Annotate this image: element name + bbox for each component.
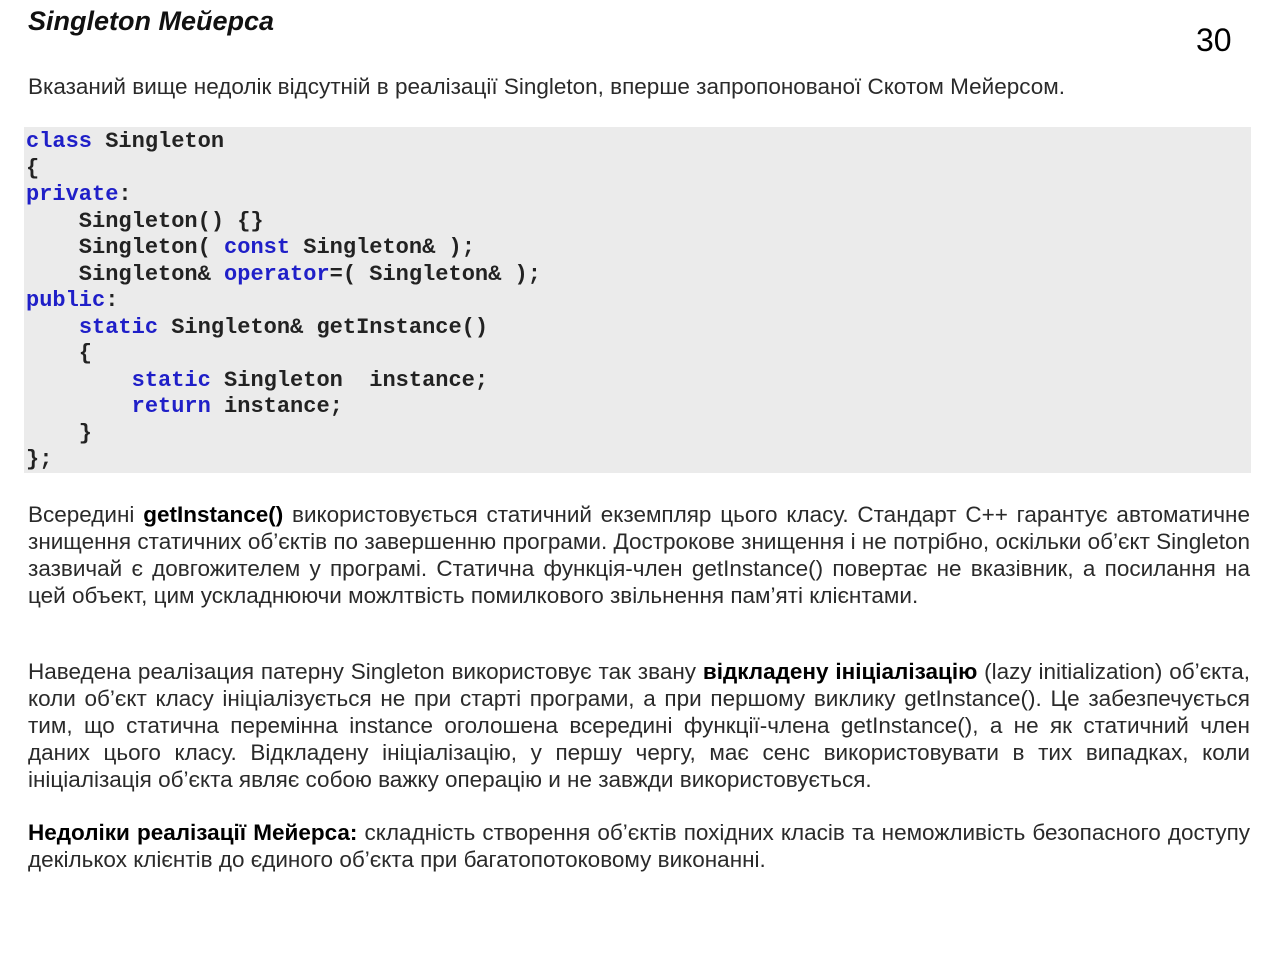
code-text: =( Singleton& );	[329, 261, 541, 287]
code-line: Singleton( const Singleton& );	[26, 235, 475, 260]
code-line: class Singleton	[26, 129, 224, 154]
code-text: Singleton() {}	[26, 208, 264, 234]
code-text: };	[26, 447, 53, 472]
code-line: private:	[26, 182, 132, 207]
code-line: }	[26, 421, 92, 446]
code-keyword: class	[26, 129, 93, 154]
code-line: return instance;	[26, 394, 343, 419]
code-line: Singleton() {}	[26, 209, 264, 234]
code-keyword: static	[78, 314, 159, 340]
code-text: :	[118, 182, 132, 207]
emphasis-text: відкладену ініціалізацію	[702, 659, 978, 684]
code-text: {	[26, 341, 93, 366]
code-block: class Singleton { private: Singleton() {…	[24, 127, 1251, 473]
code-text: Singleton	[92, 129, 225, 154]
code-keyword: static	[131, 367, 211, 393]
code-text: Singleton instance;	[210, 367, 489, 393]
code-line: static Singleton& getInstance()	[26, 315, 488, 340]
code-keyword: return	[131, 394, 211, 419]
paragraph-drawbacks: Недоліки реалізації Мейерса: складність …	[28, 819, 1250, 873]
emphasis-text: Недоліки реалізації Мейерса:	[28, 820, 358, 845]
code-line: static Singleton instance;	[26, 368, 488, 393]
emphasis-text: getInstance()	[143, 502, 284, 527]
code-keyword: public	[26, 288, 106, 313]
code-text: Singleton& );	[290, 235, 475, 260]
code-keyword: operator	[224, 261, 330, 287]
code-keyword: private	[26, 182, 119, 207]
code-text: Singleton& getInstance()	[158, 314, 489, 340]
paragraph-text: Наведена реалізация патерну Singleton ви…	[28, 659, 703, 684]
code-line: public:	[26, 288, 118, 313]
code-text: }	[26, 420, 93, 446]
paragraph-lazy-initialization: Наведена реалізация патерну Singleton ви…	[28, 658, 1250, 793]
code-line: {	[26, 341, 92, 366]
code-line: Singleton& operator=( Singleton& );	[26, 262, 541, 287]
code-keyword: const	[224, 235, 291, 260]
paragraph-static-instance: Всередині getInstance() використовується…	[28, 501, 1250, 609]
intro-text: Вказаний вище недолік відсутній в реаліз…	[28, 74, 1065, 99]
code-listing: class Singleton { private: Singleton() {…	[24, 127, 1251, 474]
page-number: 30	[1196, 22, 1232, 58]
code-line: {	[26, 156, 39, 181]
code-text: {	[26, 155, 40, 181]
code-text: Singleton&	[26, 261, 225, 287]
code-text: Singleton(	[26, 235, 225, 260]
slide-title: Singleton Мейерса	[28, 6, 275, 36]
code-line: };	[26, 447, 52, 472]
code-text: :	[105, 288, 119, 313]
code-text: instance;	[210, 394, 343, 419]
paragraph-text: Всередині	[28, 502, 144, 527]
